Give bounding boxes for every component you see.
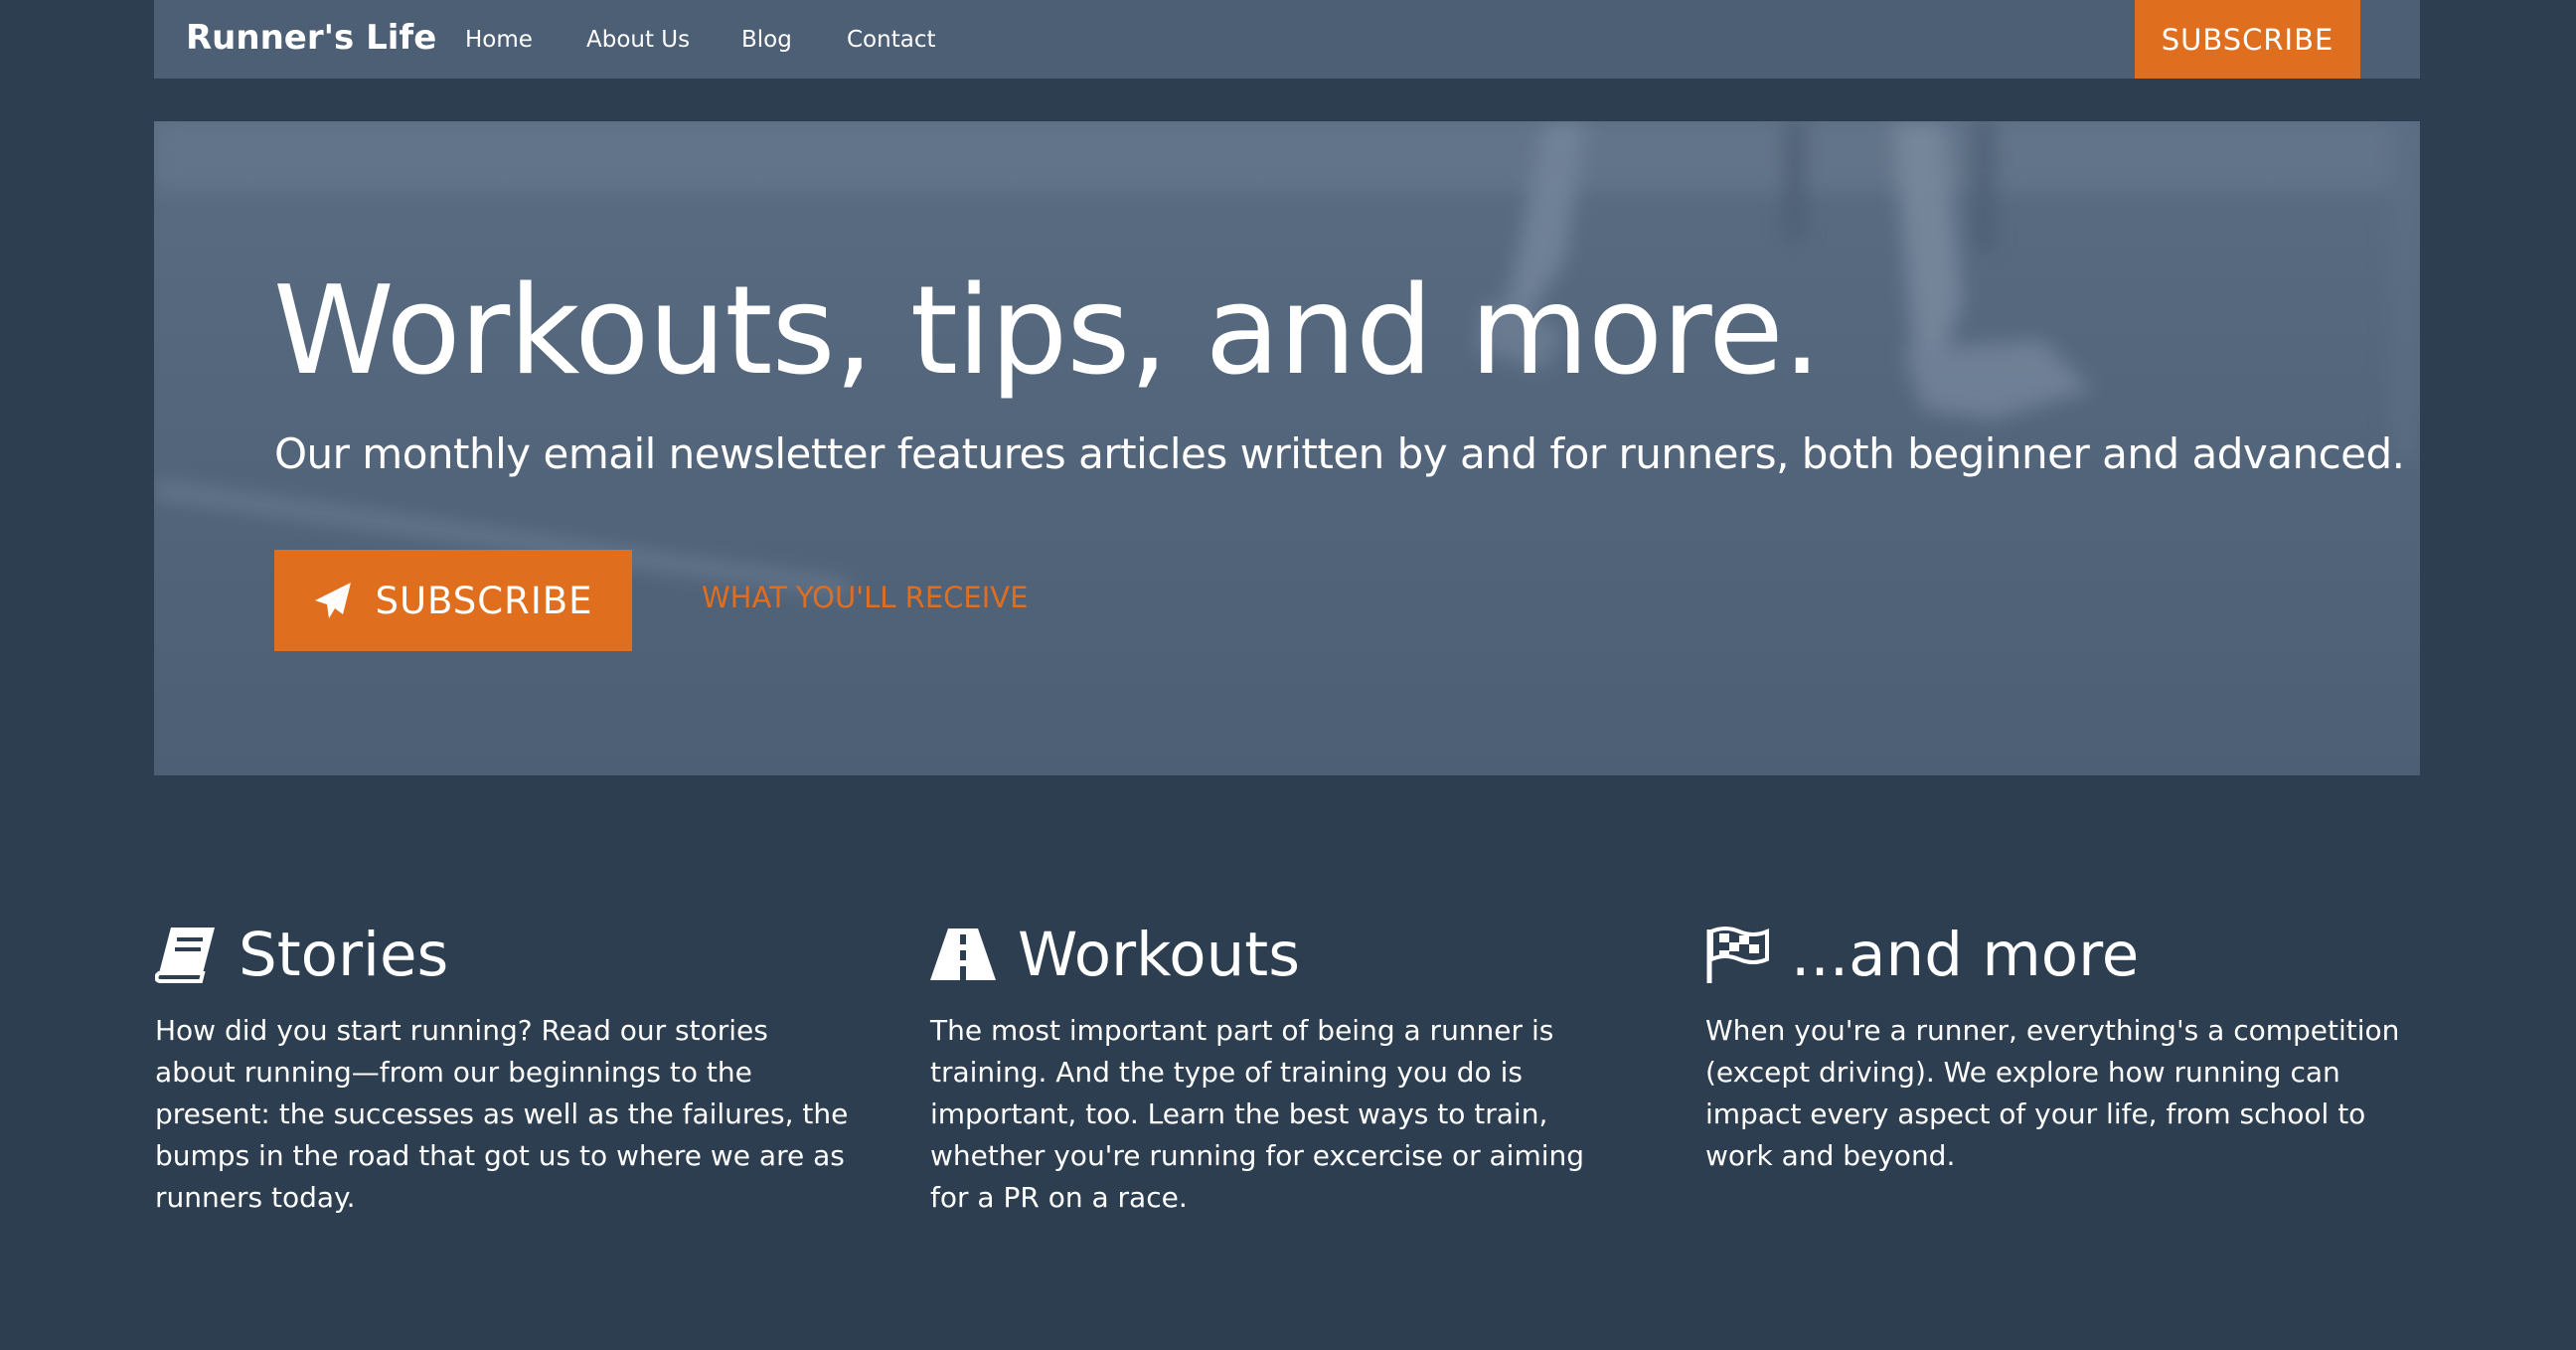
feature-more: ...and more When you're a runner, everyt… [1705,915,2421,1177]
feature-more-title: ...and more [1791,919,2140,990]
hero-title: Workouts, tips, and more. [273,260,1822,403]
feature-stories: Stories How did you start running? Read … [155,915,871,1219]
feature-stories-body: How did you start running? Read our stor… [155,1014,849,1214]
nav-link-about-us[interactable]: About Us [586,27,690,53]
hero-subscribe-button[interactable]: SUBSCRIBE [274,550,632,651]
nav-subscribe-button[interactable]: SUBSCRIBE [2135,0,2360,79]
hero-banner: Workouts, tips, and more. Our monthly em… [154,121,2420,775]
feature-stories-title: Stories [239,919,449,990]
feature-workouts-title: Workouts [1018,919,1300,990]
book-icon [155,926,217,983]
feature-more-body: When you're a runner, everything's a com… [1705,1014,2400,1172]
road-icon [930,928,996,980]
nav-link-contact[interactable]: Contact [847,27,935,53]
feature-workouts: Workouts The most important part of bein… [930,915,1646,1219]
nav-link-home[interactable]: Home [465,27,533,53]
hero-subscribe-label: SUBSCRIBE [375,579,593,622]
brand-logo[interactable]: Runner's Life [186,18,436,58]
flag-checkered-icon [1705,926,1769,983]
hero-subtitle: Our monthly email newsletter features ar… [274,429,2405,478]
paper-plane-icon [313,581,353,620]
feature-workouts-body: The most important part of being a runne… [930,1014,1585,1214]
nav-link-blog[interactable]: Blog [741,27,792,53]
what-youll-receive-link[interactable]: WHAT YOU'LL RECEIVE [702,581,1028,614]
navbar: Runner's Life Home About Us Blog Contact… [154,0,2420,79]
